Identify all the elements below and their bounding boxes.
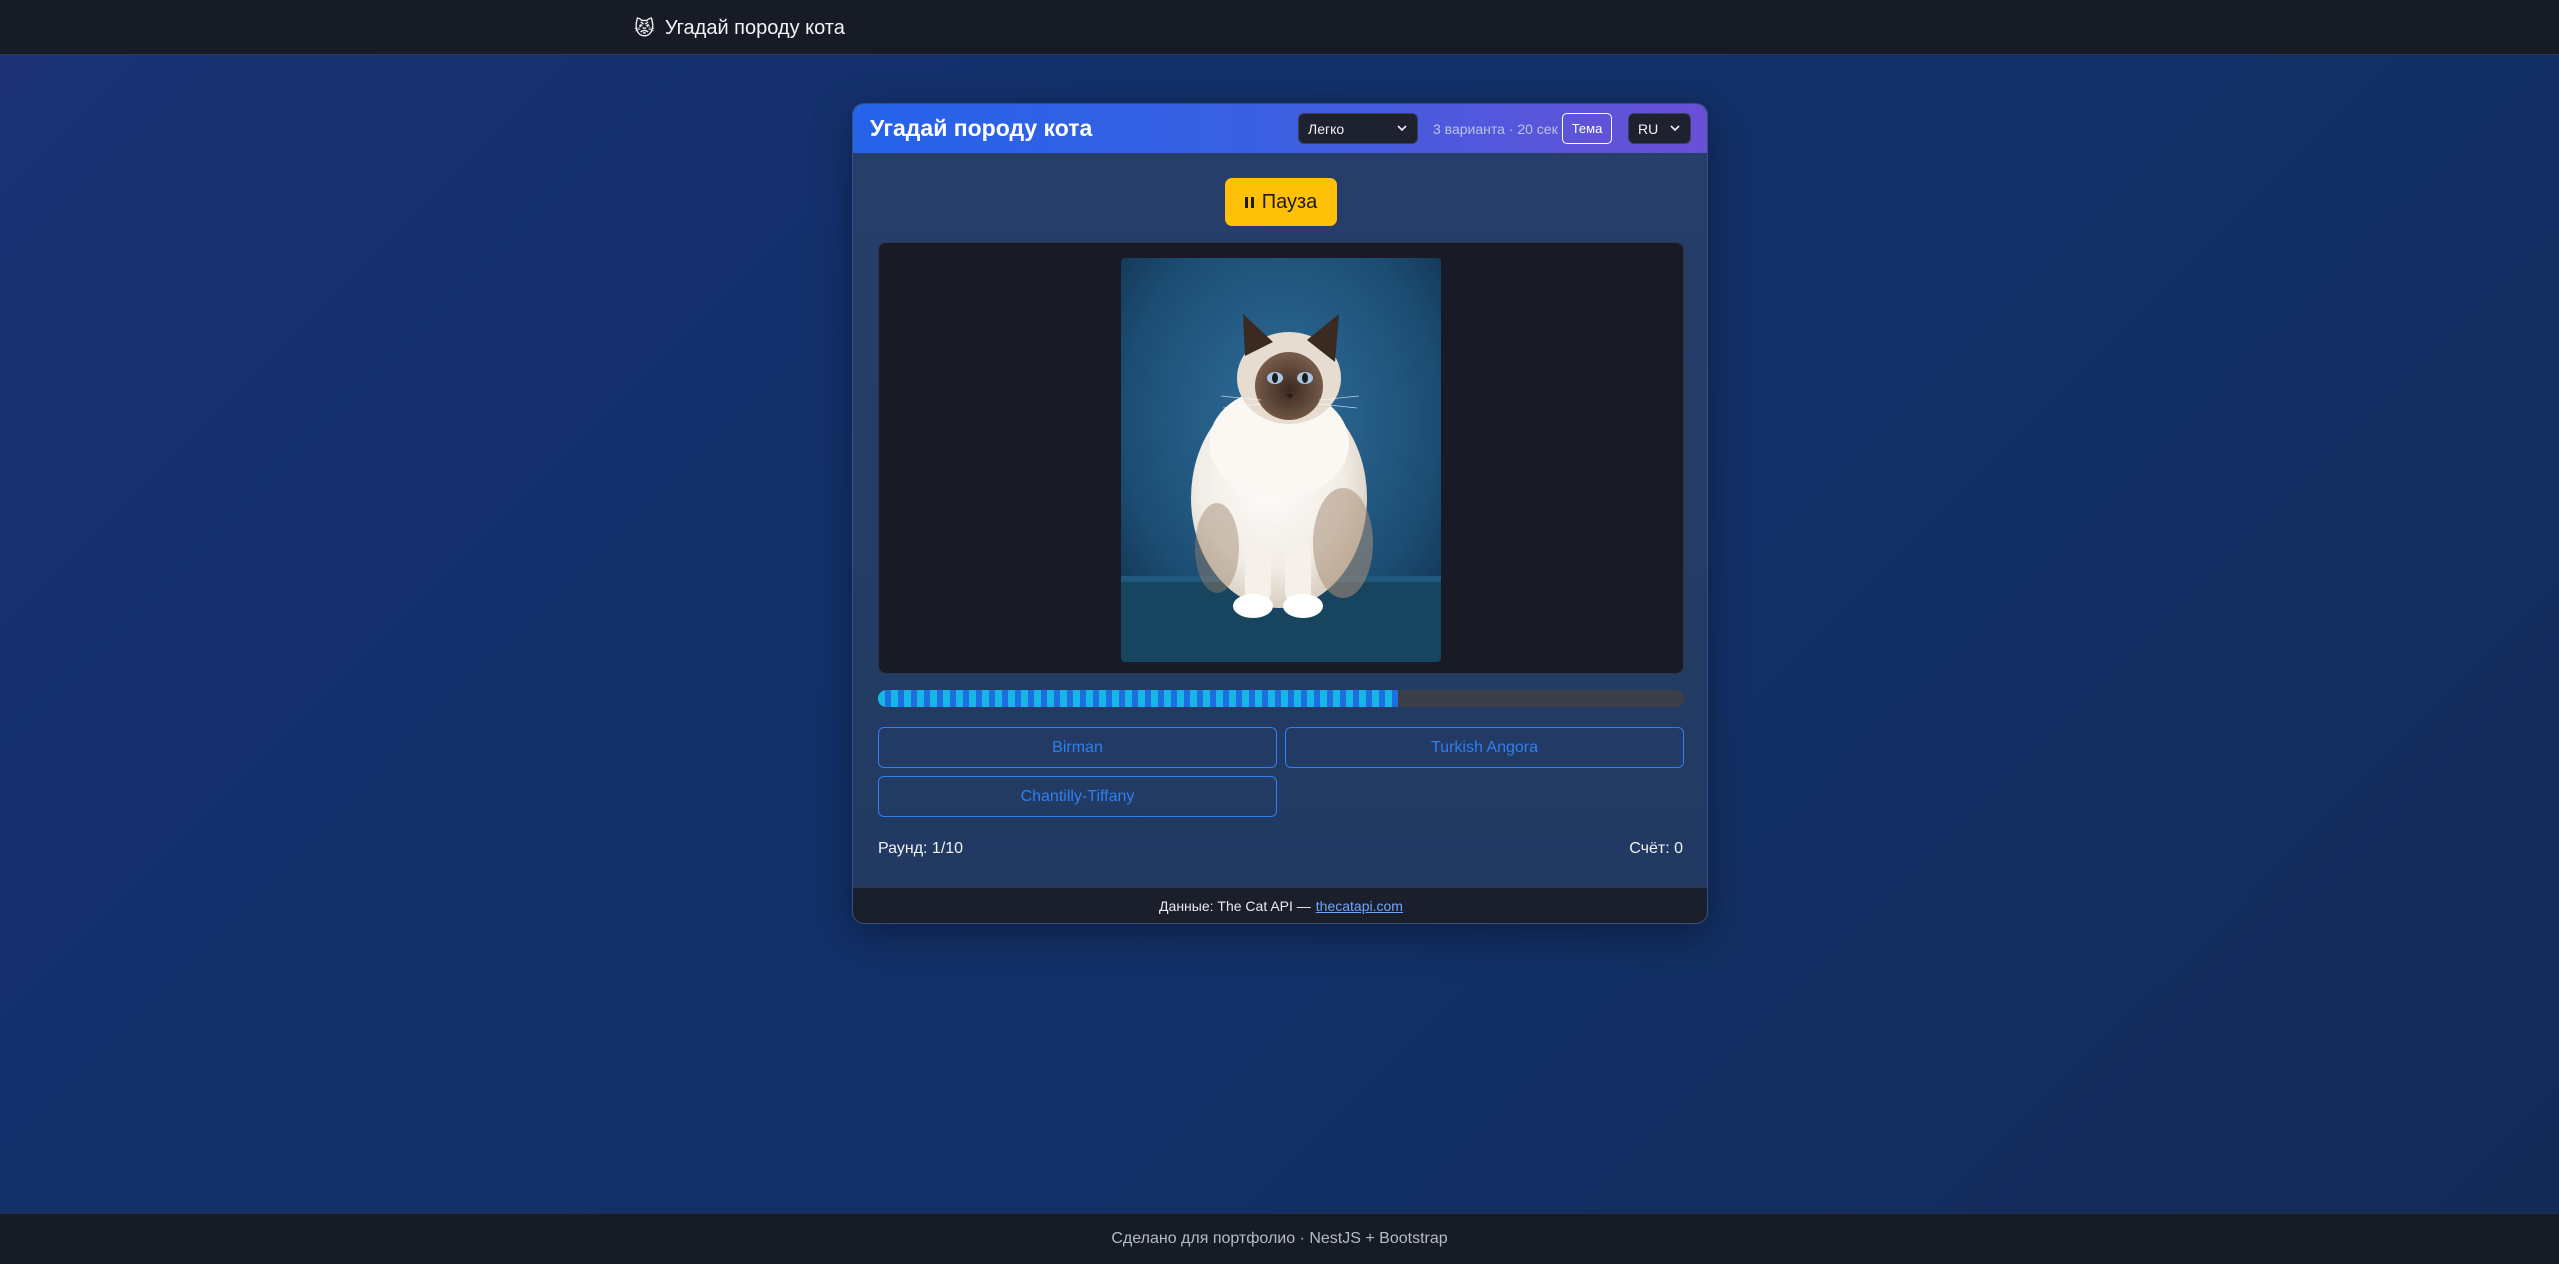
theme-toggle-button[interactable]: Тема: [1562, 113, 1612, 144]
answer-option-1[interactable]: Birman: [878, 727, 1277, 768]
answer-option-3[interactable]: Chantilly-Tiffany: [878, 776, 1277, 817]
cat-emoji-icon: 😾: [634, 17, 655, 40]
timer-progress: [878, 690, 1684, 707]
cat-photo: [1121, 258, 1441, 662]
chevron-down-icon: [1670, 125, 1680, 132]
card-footer: Данные: The Cat API — thecatapi.com: [853, 887, 1707, 923]
cat-image-frame: [878, 242, 1684, 674]
navbar-brand[interactable]: 😾 Угадай породу кота: [634, 14, 845, 42]
top-navbar: 😾 Угадай породу кота: [0, 0, 2559, 55]
pause-icon: [1244, 196, 1254, 208]
game-card: Угадай породу кота Легко 3 варианта · 20…: [852, 103, 1708, 924]
brand-text: Угадай породу кота: [664, 16, 845, 39]
language-select[interactable]: RU: [1628, 113, 1691, 144]
card-header: Угадай породу кота Легко 3 варианта · 20…: [853, 104, 1707, 153]
difficulty-select[interactable]: Легко: [1298, 113, 1418, 144]
game-meta: 3 варианта · 20 сек: [1433, 121, 1558, 137]
data-source-text: Данные: The Cat API —: [1159, 897, 1311, 914]
cat-image: [1121, 258, 1441, 662]
difficulty-value: Легко: [1308, 120, 1345, 137]
pause-button[interactable]: Пауза: [1225, 178, 1337, 226]
game-title: Угадай породу кота: [870, 115, 1093, 141]
chevron-down-icon: [1397, 125, 1407, 132]
timer-progress-fill: [878, 690, 1398, 707]
pause-label: Пауза: [1261, 190, 1318, 213]
footer-text: Сделано для портфолио · NestJS + Bootstr…: [1111, 1230, 1448, 1247]
round-counter: Раунд: 1/10: [878, 840, 964, 857]
page-footer: Сделано для портфолио · NestJS + Bootstr…: [0, 1213, 2559, 1264]
score-counter: Счёт: 0: [1629, 840, 1683, 857]
catapi-link[interactable]: thecatapi.com: [1316, 898, 1403, 914]
language-value: RU: [1638, 120, 1659, 137]
answer-option-2[interactable]: Turkish Angora: [1285, 727, 1684, 768]
